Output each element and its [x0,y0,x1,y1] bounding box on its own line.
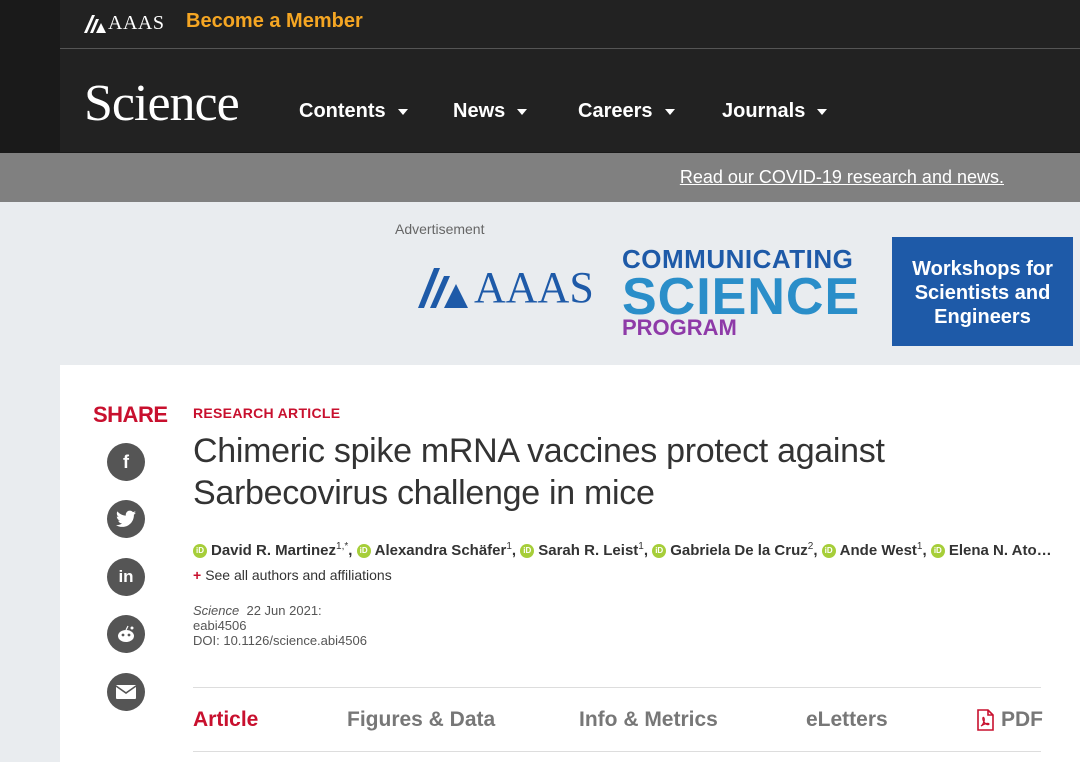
author-item[interactable]: iD David R. Martinez1,* [193,541,349,559]
nav-careers[interactable]: Careers [578,100,675,123]
orcid-icon: iD [193,544,207,559]
chevron-down-icon [517,108,528,115]
author-affiliation: 1 [506,541,512,552]
aaas-mark-icon [84,14,106,33]
covid-banner: Read our COVID-19 research and news. [0,153,1080,202]
ad-program: PROGRAM [622,315,737,340]
science-logo[interactable]: Science [84,74,240,133]
pub-date: 22 Jun 2021: [246,603,322,618]
orcid-icon: iD [930,544,945,559]
chevron-down-icon [397,108,408,115]
nav-journals[interactable]: Journals [722,100,828,123]
nav-contents[interactable]: Contents [299,100,408,123]
author-affiliation: 1 [916,541,923,552]
article-doi: DOI: 10.1126/science.abi4506 [193,633,367,648]
nav-news-label: News [453,100,506,122]
email-icon [115,685,137,699]
linkedin-share-button[interactable]: in [107,558,145,596]
facebook-share-button[interactable]: f [107,443,145,481]
author-item[interactable]: iD Sarah R. Leist1 [520,541,644,559]
twitter-icon [116,510,136,527]
author-affiliation: 2 [807,541,814,552]
tab-eletters[interactable]: eLetters [806,708,888,732]
twitter-share-button[interactable] [107,500,145,538]
share-label: SHARE [93,402,168,427]
author-item[interactable]: iD Ande West1 [821,541,923,559]
author-item[interactable]: iD Gabriela De la Cruz2 [652,541,814,559]
author-name: Alexandra Schäfer [374,542,507,559]
email-share-button[interactable] [107,673,145,711]
author-name: Sarah R. Leist [538,542,639,559]
orcid-icon: iD [821,544,836,559]
chevron-down-icon [664,108,675,115]
article-type: RESEARCH ARTICLE [193,405,341,421]
author-name: David R. Martinez [211,542,337,559]
reddit-icon [118,625,134,642]
tab-pdf[interactable]: PDF [975,708,1043,732]
tab-article[interactable]: Article [193,708,258,732]
facebook-icon: f [123,451,129,472]
covid-link[interactable]: Read our COVID-19 research and news. [680,167,1004,188]
author-item[interactable]: iD Alexandra Schäfer1 [356,541,512,559]
see-all-authors-link[interactable]: + See all authors and affiliations [193,567,392,583]
aaas-mark-icon [418,267,468,308]
ad-aaas-text: AAAS [474,263,594,312]
tab-info-metrics[interactable]: Info & Metrics [579,708,718,732]
orcid-icon: iD [652,544,667,559]
aaas-logo-text: AAAS [108,12,165,34]
article-id: eabi4506 [193,618,247,633]
nav-journals-label: Journals [722,100,806,122]
nav-careers-label: Careers [578,100,653,122]
ad-workshop-box[interactable]: Workshops for Scientists and Engineers [892,237,1073,346]
journal-name: Science [193,603,240,618]
nav-news[interactable]: News [453,100,528,123]
orcid-icon: iD [356,544,371,559]
tab-figures-data[interactable]: Figures & Data [347,708,495,732]
article-tabs: Article Figures & Data Info & Metrics eL… [193,687,1043,752]
author-name: Ande West [839,542,917,559]
see-all-label: See all authors and affiliations [205,567,392,583]
plus-icon: + [193,567,202,583]
author-affiliation: 1,* [336,541,349,552]
author-name: Elena N. Ato… [948,542,1052,559]
ad-label: Advertisement [395,221,485,237]
article-title: Chimeric spike mRNA vaccines protect aga… [193,432,885,512]
linkedin-icon: in [118,567,134,586]
author-item[interactable]: iD Elena N. Ato… [930,542,1052,559]
chevron-down-icon [817,108,828,115]
author-name: Gabriela De la Cruz [670,542,808,559]
author-list: iD David R. Martinez1,*, iD Alexandra Schä… [193,541,1053,559]
article-meta: Science 22 Jun 2021: eabi4506 DOI: 10.11… [193,603,367,648]
reddit-share-button[interactable] [107,615,145,653]
aaas-logo[interactable]: AAAS [84,12,164,35]
ad-aaas-logo: AAAS [418,262,594,313]
tab-pdf-label: PDF [1001,708,1043,731]
pdf-icon [977,709,994,731]
become-member-link[interactable]: Become a Member [186,10,363,33]
orcid-icon: iD [520,544,535,559]
author-affiliation: 1 [638,541,644,552]
nav-contents-label: Contents [299,100,386,122]
